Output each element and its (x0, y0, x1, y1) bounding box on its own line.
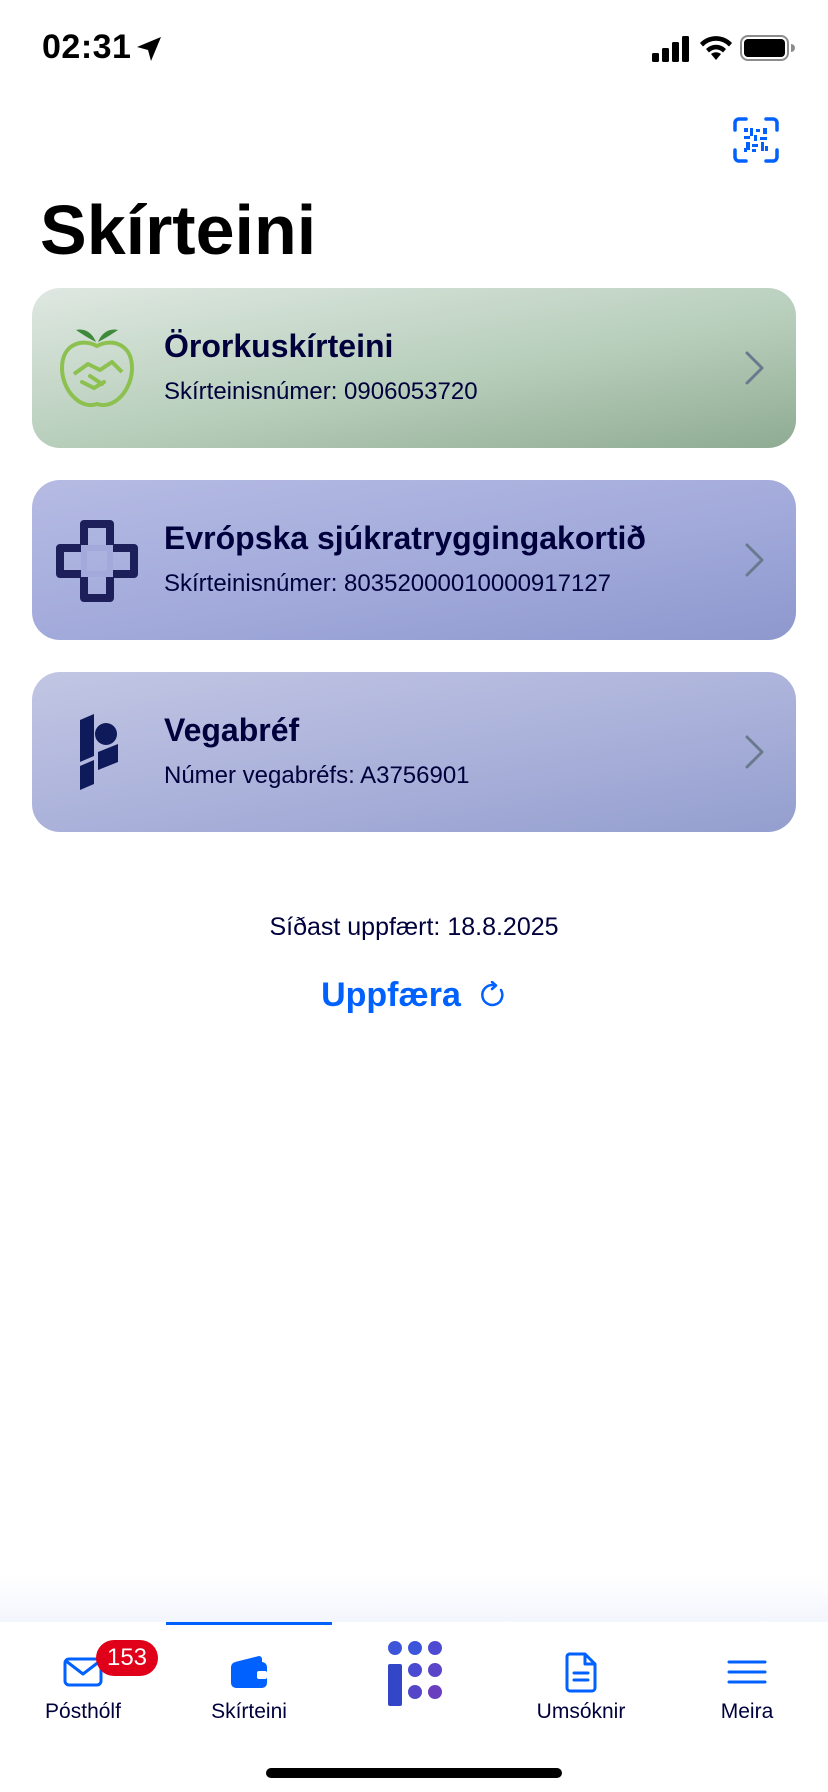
tab-umsoknir[interactable]: Umsóknir (498, 1640, 664, 1730)
chevron-right-icon (745, 543, 764, 577)
status-bar: 02:31 (0, 0, 828, 100)
license-card-ehic[interactable]: Evrópska sjúkratryggingakortið Skírteini… (32, 480, 796, 640)
tab-skirteini[interactable]: Skírteini (166, 1640, 332, 1730)
island-is-home-icon (388, 1641, 442, 1706)
chevron-right-icon (745, 735, 764, 769)
license-card-disability[interactable]: Örorkuskírteini Skírteinisnúmer: 0906053… (32, 288, 796, 448)
card-title: Örorkuskírteini (164, 328, 394, 364)
status-time: 02:31 (42, 28, 132, 66)
home-indicator (266, 1768, 562, 1778)
tab-label: Umsóknir (536, 1700, 626, 1723)
tab-label: Pósthólf (45, 1700, 121, 1723)
card-title: Evrópska sjúkratryggingakortið (164, 520, 646, 556)
tab-label: Meira (720, 1700, 774, 1723)
card-subtitle: Númer vegabréfs: A3756901 (164, 762, 470, 789)
last-updated-text: Síðast uppfært: 18.8.2025 (269, 913, 559, 941)
wifi-icon (700, 36, 732, 60)
cellular-signal-icon (652, 36, 689, 62)
apple-handshake-icon (59, 329, 135, 408)
card-title: Vegabréf (164, 712, 300, 748)
wallet-icon (231, 1656, 267, 1688)
refresh-label: Uppfæra (321, 975, 461, 1014)
tabbar-fade (0, 1575, 828, 1625)
tab-meira[interactable]: Meira (664, 1640, 828, 1730)
card-subtitle: Skírteinisnúmer: 0906053720 (164, 378, 478, 405)
qr-scan-icon[interactable] (732, 116, 780, 164)
card-subtitle: Skírteinisnúmer: 80352000010000917127 (164, 570, 612, 597)
refresh-icon (481, 981, 504, 1007)
health-cross-icon (56, 520, 138, 602)
tab-label: Skírteini (211, 1700, 287, 1723)
location-arrow-icon (137, 37, 161, 61)
refresh-button[interactable]: Uppfæra (320, 970, 508, 1020)
license-card-passport[interactable]: Vegabréf Númer vegabréfs: A3756901 (32, 672, 796, 832)
tab-home[interactable] (332, 1640, 498, 1730)
active-tab-indicator (166, 1622, 332, 1625)
document-icon (565, 1652, 597, 1693)
unread-badge: 153 (96, 1640, 158, 1676)
page-title: Skírteini (40, 191, 317, 269)
island-is-logo-icon (80, 714, 118, 790)
menu-icon (727, 1660, 767, 1684)
tab-posthólf[interactable]: 153 Pósthólf (0, 1640, 166, 1730)
chevron-right-icon (745, 351, 764, 385)
battery-icon (740, 35, 795, 61)
